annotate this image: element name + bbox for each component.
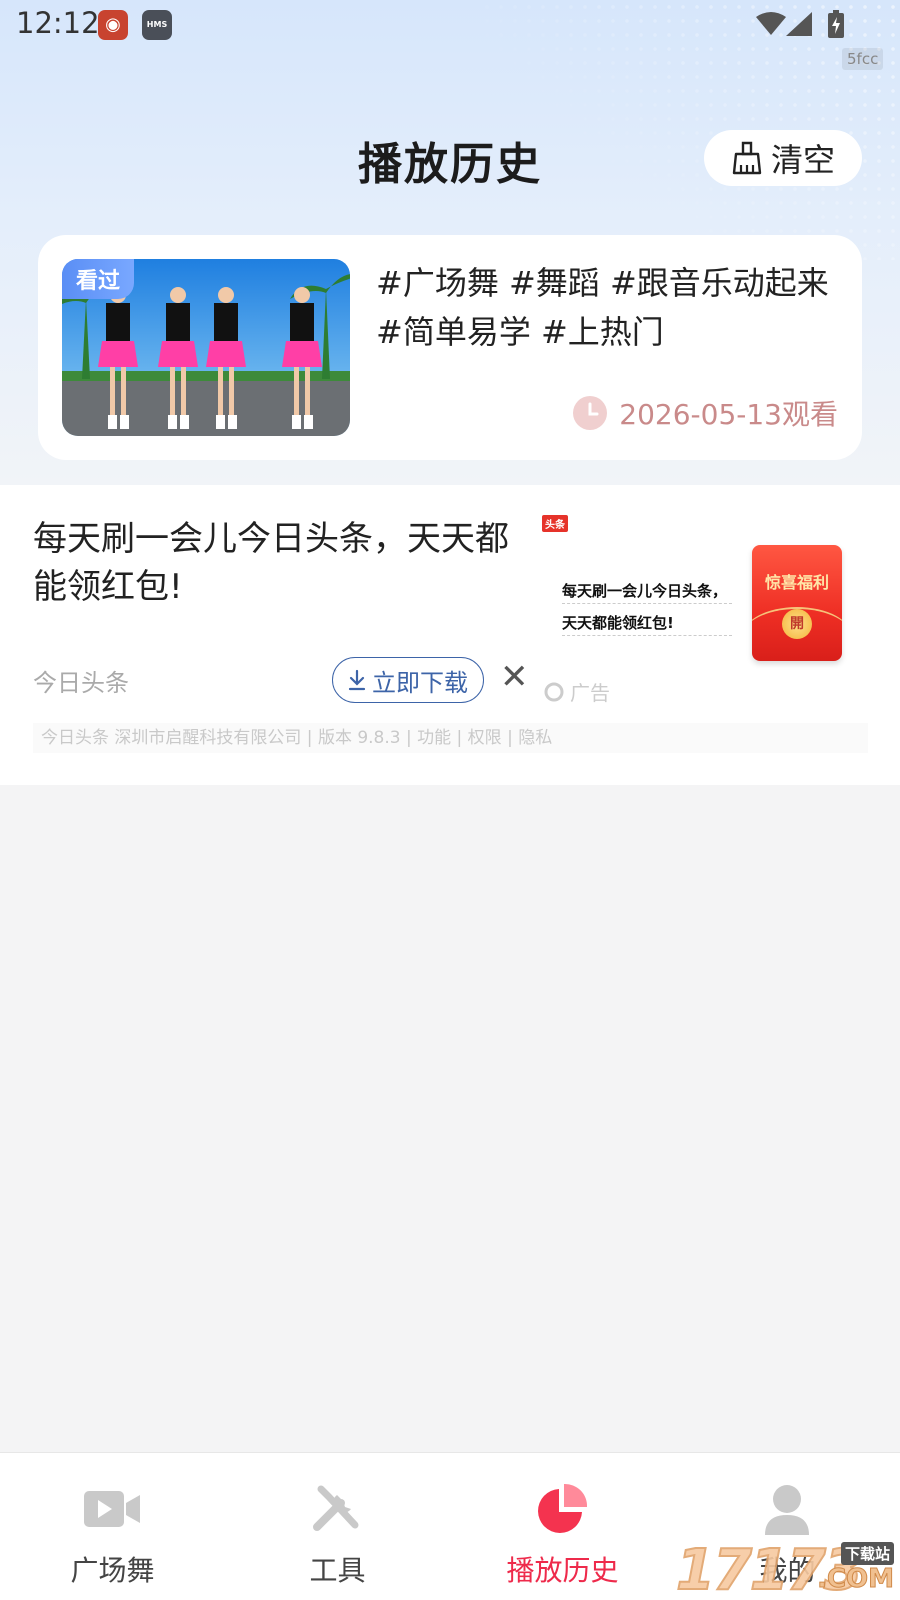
site-watermark: 17173 下载站 .COM [675, 1537, 900, 1600]
hms-icon: HMS [142, 10, 172, 40]
status-time: 12:12 [16, 6, 100, 40]
ad-footer: 今日头条 深圳市启醒科技有限公司 | 版本 9.8.3 | 功能 | 权限 | … [33, 723, 868, 753]
debug-tag: 5fcc [842, 48, 884, 70]
clear-label: 清空 [770, 141, 835, 179]
video-thumbnail[interactable]: 看过 [62, 259, 350, 436]
ad-image[interactable]: 头条 每天刷一会儿今日头条， 天天都能领红包! 惊喜福利 開 [538, 503, 868, 673]
watch-date-text: 2026-05-13观看 [619, 398, 838, 431]
clear-history-button[interactable]: 清空 [704, 130, 862, 186]
nav-label-tools: 工具 [309, 1554, 366, 1587]
pie-chart-icon [538, 1483, 588, 1533]
download-icon [348, 669, 366, 691]
nav-item-square-dance[interactable]: 广场舞 [0, 1453, 225, 1600]
red-packet-coin: 開 [782, 609, 812, 639]
ad-title[interactable]: 每天刷一会儿今日头条，天天都能领红包! [33, 515, 533, 611]
ad-label: 广告 [544, 677, 610, 706]
signal-icon [786, 12, 812, 36]
battery-icon [828, 10, 844, 38]
dashed-divider [562, 603, 732, 604]
download-label: 立即下载 [372, 668, 468, 697]
status-bar: 12:12 ◉ HMS 5fcc [0, 0, 900, 70]
ad-label-text: 广告 [570, 681, 610, 705]
tools-icon [313, 1485, 359, 1531]
watermark-label: 下载站 [840, 1542, 894, 1565]
ad-banner[interactable]: 每天刷一会儿今日头条，天天都能领红包! 今日头条 立即下载 ✕ 广告 今日头条 … [0, 485, 900, 785]
nav-item-tools[interactable]: 工具 [225, 1453, 450, 1600]
history-item[interactable]: 看过 #广场舞 #舞蹈 #跟音乐动起来 #简单易学 #上热门 2026-05-1… [38, 235, 862, 460]
ad-source: 今日头条 [33, 669, 129, 697]
watch-date: 2026-05-13观看 [573, 393, 838, 433]
watched-badge: 看过 [62, 259, 135, 299]
red-packet-image: 惊喜福利 開 [752, 545, 842, 661]
video-title[interactable]: #广场舞 #舞蹈 #跟音乐动起来 #简单易学 #上热门 [376, 259, 846, 357]
close-ad-button[interactable]: ✕ [500, 657, 529, 697]
nav-label-history: 播放历史 [506, 1554, 619, 1587]
download-button[interactable]: 立即下载 [332, 657, 484, 703]
red-packet-title: 惊喜福利 [764, 573, 829, 592]
ad-logo-icon [544, 682, 564, 701]
weibo-icon: ◉ [98, 10, 128, 40]
user-icon [765, 1485, 809, 1535]
wifi-icon [756, 12, 786, 35]
video-icon [84, 1491, 140, 1527]
dashed-divider [562, 635, 732, 636]
toutiao-logo: 头条 [542, 515, 568, 532]
nav-item-history[interactable]: 播放历史 [450, 1453, 675, 1600]
ad-image-text: 每天刷一会儿今日头条， 天天都能领红包! [562, 575, 727, 639]
broom-icon [732, 141, 762, 175]
clock-icon [573, 396, 608, 430]
nav-label-square-dance: 广场舞 [70, 1554, 155, 1587]
watermark-domain: .COM [817, 1564, 895, 1595]
